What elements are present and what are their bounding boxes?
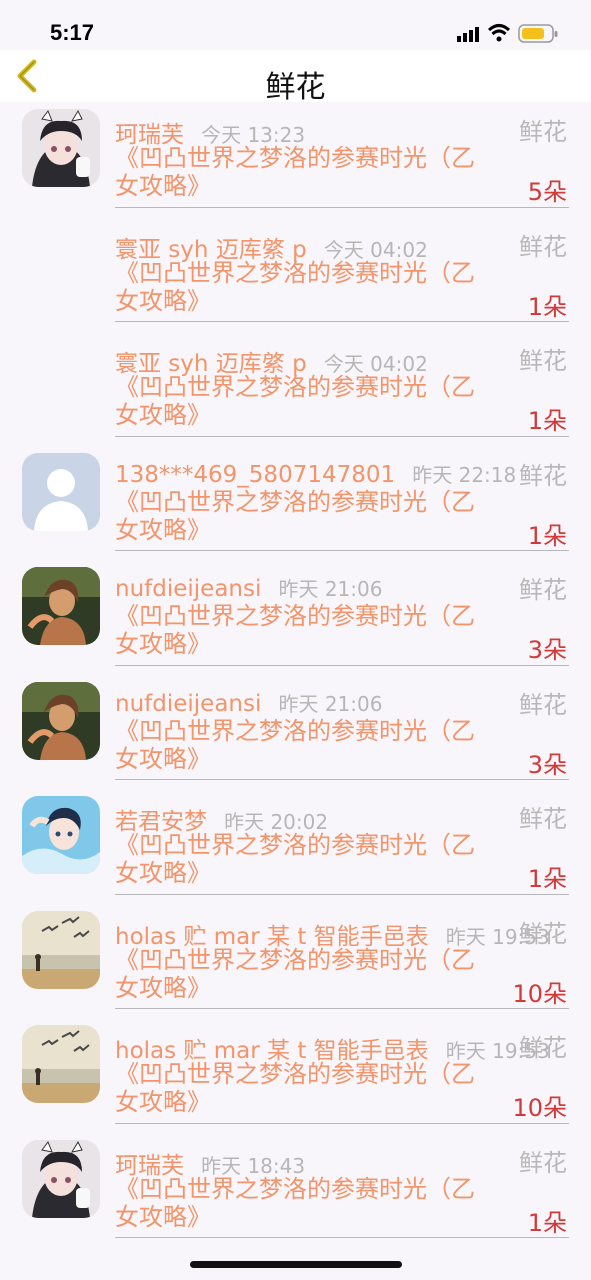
- wifi-icon: [487, 24, 511, 42]
- gift-type-label: 鲜花: [519, 690, 567, 719]
- home-indicator[interactable]: [190, 1261, 402, 1268]
- user-name[interactable]: nufdieijeansi: [115, 691, 261, 717]
- photo-girl-avatar-icon: [22, 681, 100, 760]
- header-line: nufdieijeansi 昨天 21:06: [115, 688, 567, 718]
- list-item[interactable]: nufdieijeansi 昨天 21:06 鲜花 《凹凸世界之梦洛的参赛时光（…: [0, 560, 591, 675]
- header-line: holas 贮 mar 某 t 智能手邑表 昨天 19:53: [115, 917, 567, 950]
- timestamp: 昨天 22:18: [412, 462, 517, 487]
- gift-type-label: 鲜花: [519, 919, 567, 948]
- header-line: holas 贮 mar 某 t 智能手邑表 昨天 19:53: [115, 1031, 567, 1064]
- gift-type-label: 鲜花: [519, 1034, 567, 1062]
- divider: [115, 1122, 569, 1124]
- divider: [115, 1237, 569, 1238]
- header-line: nufdieijeansi 昨天 21:06: [115, 573, 567, 603]
- header-line: 珂瑞芙 昨天 18:43: [115, 1146, 567, 1179]
- timestamp: 昨天 21:06: [278, 691, 383, 716]
- avatar[interactable]: [22, 452, 100, 531]
- list-item[interactable]: 珂瑞芙 今天 13:23 鲜花 《凹凸世界之梦洛的参赛时光（乙女攻略》 5朵: [0, 102, 591, 217]
- anime-girl-avatar-icon: [22, 109, 100, 187]
- divider: [115, 893, 569, 895]
- gift-type-label: 鲜花: [519, 118, 567, 146]
- default-person-avatar-icon: [22, 452, 100, 531]
- avatar[interactable]: [22, 681, 100, 760]
- book-title-link[interactable]: 《凹凸世界之梦洛的参赛时光（乙女攻略》: [115, 602, 485, 658]
- flower-count: 1朵: [527, 292, 567, 321]
- book-title-link[interactable]: 《凹凸世界之梦洛的参赛时光（乙女攻略》: [115, 259, 485, 315]
- battery-icon: [518, 24, 558, 43]
- list-item[interactable]: 寰亚 syh 迈库綮 p 今天 04:02 鲜花 《凹凸世界之梦洛的参赛时光（乙…: [0, 331, 591, 446]
- header-line: 珂瑞芙 今天 13:23: [115, 115, 567, 148]
- book-title-link[interactable]: 《凹凸世界之梦洛的参赛时光（乙女攻略》: [115, 373, 485, 429]
- flower-count: 1朵: [527, 407, 567, 435]
- flower-count: 10朵: [512, 1094, 567, 1122]
- gift-type-label: 鲜花: [519, 805, 567, 833]
- status-time: 5:17: [50, 20, 95, 45]
- avatar[interactable]: [22, 796, 100, 874]
- timestamp: 昨天 21:06: [278, 577, 383, 601]
- list-item[interactable]: 138***469_5807147801 昨天 22:18 鲜花 《凹凸世界之梦…: [0, 446, 591, 561]
- flower-count: 3朵: [527, 636, 567, 664]
- avatar[interactable]: [22, 1139, 100, 1218]
- avatar[interactable]: [22, 910, 100, 989]
- list-item[interactable]: holas 贮 mar 某 t 智能手邑表 昨天 19:53 鲜花 《凹凸世界之…: [0, 1018, 591, 1133]
- header-line: 138***469_5807147801 昨天 22:18: [115, 459, 567, 489]
- gift-type-label: 鲜花: [519, 461, 567, 490]
- flower-count: 1朵: [527, 521, 567, 550]
- divider: [115, 321, 569, 322]
- book-title-link[interactable]: 《凹凸世界之梦洛的参赛时光（乙女攻略》: [115, 946, 485, 1002]
- page-title: 鲜花: [265, 70, 326, 105]
- flower-count: 1朵: [527, 865, 567, 893]
- flower-count: 5朵: [527, 178, 567, 206]
- divider: [115, 550, 569, 551]
- list-item[interactable]: nufdieijeansi 昨天 21:06 鲜花 《凹凸世界之梦洛的参赛时光（…: [0, 675, 591, 790]
- book-title-link[interactable]: 《凹凸世界之梦洛的参赛时光（乙女攻略》: [115, 144, 485, 200]
- divider: [115, 779, 569, 780]
- signal-icon: [457, 27, 479, 42]
- gift-type-label: 鲜花: [519, 1148, 567, 1177]
- status-icons: [457, 24, 558, 43]
- avatar[interactable]: [22, 109, 100, 187]
- avatar[interactable]: [22, 1025, 100, 1103]
- anime-boy-avatar-icon: [22, 796, 100, 874]
- book-title-link[interactable]: 《凹凸世界之梦洛的参赛时光（乙女攻略》: [115, 488, 485, 544]
- header-line: 若君安梦 昨天 20:02: [115, 802, 567, 835]
- beach-seagulls-avatar-icon: [22, 910, 100, 989]
- list-item[interactable]: 珂瑞芙 昨天 18:43 鲜花 《凹凸世界之梦洛的参赛时光（乙女攻略》 1朵: [0, 1133, 591, 1248]
- list-item[interactable]: holas 贮 mar 某 t 智能手邑表 昨天 19:53 鲜花 《凹凸世界之…: [0, 904, 591, 1019]
- header-line: 寰亚 syh 迈库綮 p 今天 04:02: [115, 344, 567, 377]
- book-title-link[interactable]: 《凹凸世界之梦洛的参赛时光（乙女攻略》: [115, 717, 485, 773]
- header-line: 寰亚 syh 迈库綮 p 今天 04:02: [115, 230, 567, 263]
- photo-girl-avatar-icon: [22, 567, 100, 645]
- divider: [115, 206, 569, 208]
- divider: [115, 1008, 569, 1009]
- user-name[interactable]: nufdieijeansi: [115, 576, 261, 602]
- user-name[interactable]: 138***469_5807147801: [115, 462, 395, 488]
- anime-girl-avatar-icon: [22, 1139, 100, 1218]
- book-title-link[interactable]: 《凹凸世界之梦洛的参赛时光（乙女攻略》: [115, 831, 485, 887]
- avatar[interactable]: [22, 567, 100, 645]
- list-item[interactable]: 若君安梦 昨天 20:02 鲜花 《凹凸世界之梦洛的参赛时光（乙女攻略》 1朵: [0, 789, 591, 904]
- book-title-link[interactable]: 《凹凸世界之梦洛的参赛时光（乙女攻略》: [115, 1175, 485, 1231]
- flower-count: 10朵: [512, 979, 567, 1008]
- divider: [115, 435, 569, 437]
- beach-seagulls-avatar-icon: [22, 1025, 100, 1103]
- book-title-link[interactable]: 《凹凸世界之梦洛的参赛时光（乙女攻略》: [115, 1060, 485, 1116]
- gift-type-label: 鲜花: [519, 347, 567, 375]
- gift-type-label: 鲜花: [519, 232, 567, 261]
- gift-type-label: 鲜花: [519, 576, 567, 604]
- navigation-bar: 鲜花: [0, 50, 591, 105]
- divider: [115, 664, 569, 666]
- flower-count: 3朵: [527, 750, 567, 779]
- status-bar: 5:17: [0, 0, 591, 50]
- flower-gift-list: 珂瑞芙 今天 13:23 鲜花 《凹凸世界之梦洛的参赛时光（乙女攻略》 5朵 寰…: [0, 102, 591, 1247]
- flower-count: 1朵: [527, 1208, 567, 1237]
- list-item[interactable]: 寰亚 syh 迈库綮 p 今天 04:02 鲜花 《凹凸世界之梦洛的参赛时光（乙…: [0, 217, 591, 332]
